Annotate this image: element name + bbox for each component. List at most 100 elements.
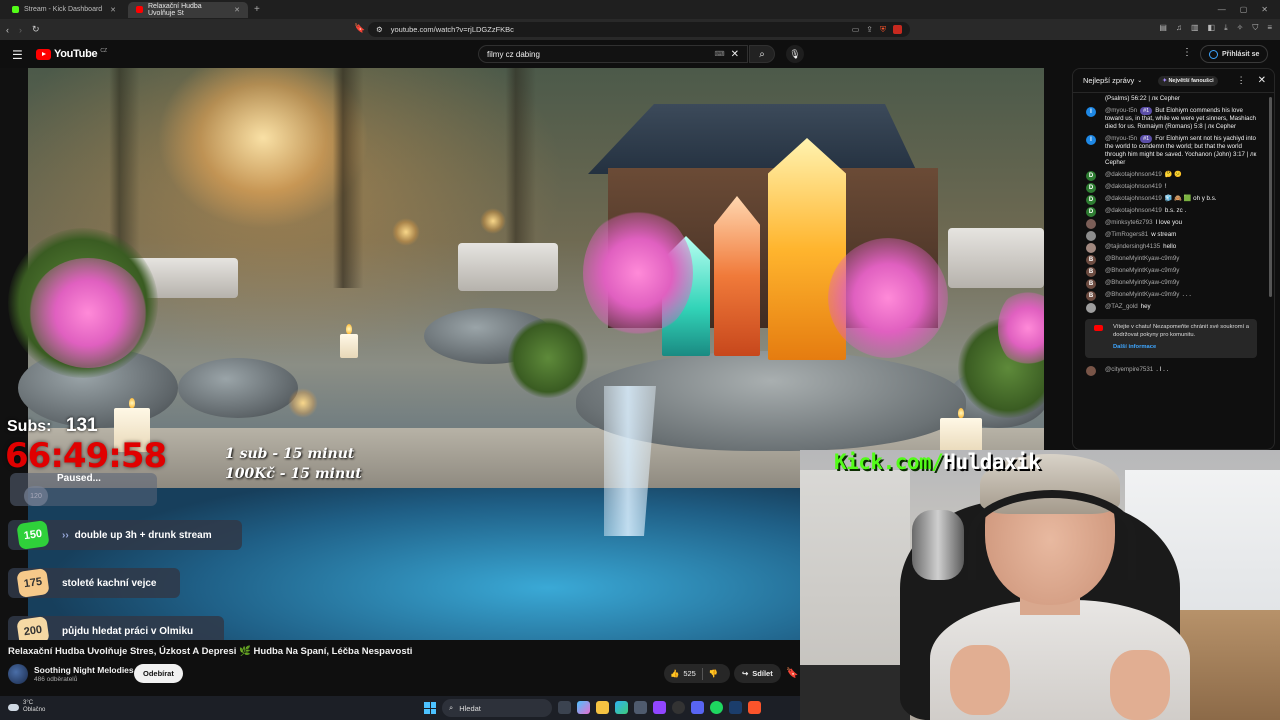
new-tab-button[interactable]: + (254, 4, 260, 15)
chat-avatar[interactable] (1086, 219, 1096, 229)
chat-author[interactable]: @dakotajohnson419 (1105, 171, 1162, 178)
share-icon[interactable]: ⇪ (866, 25, 873, 35)
download-icon[interactable]: ⤓ (1224, 23, 1228, 33)
file-explorer-icon[interactable] (596, 701, 609, 714)
bookmark-icon[interactable]: 🔖 (354, 23, 365, 34)
chat-author[interactable]: @myou-t5n (1105, 107, 1137, 114)
close-tab-icon[interactable]: ✕ (234, 6, 240, 14)
cast-icon[interactable]: ▭ (852, 25, 860, 35)
channel-avatar[interactable] (8, 664, 28, 684)
chat-avatar[interactable]: B (1086, 255, 1096, 265)
dislike-icon[interactable]: 👎 (709, 669, 718, 678)
youtube-logo[interactable]: YouTube CZ (36, 48, 107, 60)
keyboard-icon[interactable]: ⌨ (715, 50, 725, 58)
top-fans-button[interactable]: ✦ Největší fanoušci (1158, 75, 1218, 86)
chat-avatar[interactable] (1086, 243, 1096, 253)
video-title: Relaxační Hudba Uvolňuje Stres, Úzkost A… (8, 646, 413, 657)
taskbar-search[interactable]: ⌕ Hledat (442, 699, 552, 717)
menu-icon[interactable]: ≡ (1267, 23, 1272, 33)
guide-menu-icon[interactable]: ☰ (12, 48, 23, 62)
chat-avatar[interactable] (1086, 303, 1096, 313)
windows-start-icon[interactable] (424, 702, 436, 714)
chat-avatar[interactable]: I (1086, 107, 1096, 117)
steam-icon[interactable] (729, 701, 742, 714)
maximize-icon[interactable]: ▢ (1240, 5, 1248, 14)
chat-avatar[interactable]: I (1086, 135, 1096, 145)
learn-more-link[interactable]: Další informace (1113, 344, 1251, 352)
rewards-icon[interactable] (893, 24, 902, 34)
back-icon[interactable]: ‹ (6, 25, 9, 35)
edge-icon[interactable] (615, 701, 628, 714)
chat-author[interactable]: @BhoneMyintKyaw-c9m9y (1105, 291, 1179, 298)
sign-in-button[interactable]: Přihlásit se (1200, 45, 1269, 63)
browser-tab-kick[interactable]: Stream - Kick Dashboard ✕ (4, 2, 124, 18)
chat-author[interactable]: @dakotajohnson419 (1105, 207, 1162, 214)
headphones-icon (968, 490, 1136, 580)
chat-author[interactable]: @tajindersingh4135 (1105, 243, 1160, 250)
like-count[interactable]: 525 (683, 669, 696, 678)
chat-author[interactable]: @BhoneMyintKyaw-c9m9y (1105, 255, 1179, 262)
discord-icon[interactable] (691, 701, 704, 714)
chat-avatar[interactable]: D (1086, 171, 1096, 181)
voice-search-button[interactable]: 🎙 (786, 45, 804, 63)
chat-mode-dropdown[interactable]: Nejlepší zprávy (1083, 76, 1134, 85)
goal-badge: 200 (16, 616, 50, 640)
chat-author[interactable]: @cityempire7531 (1105, 366, 1153, 373)
chat-avatar[interactable]: D (1086, 207, 1096, 217)
like-icon[interactable]: 👍 (670, 669, 679, 678)
chat-avatar[interactable]: D (1086, 195, 1096, 205)
chat-message: B @BhoneMyintKyaw-c9m9y (1073, 265, 1269, 277)
search-input[interactable]: filmy cz dabing ⌨ ✕ (478, 45, 748, 63)
windows-taskbar: 3°C Oblačno ⌕ Hledat (0, 696, 800, 720)
chat-scrollbar[interactable] (1269, 97, 1272, 297)
search-button[interactable]: ⌕ (749, 45, 775, 63)
chat-author[interactable]: @dakotajohnson419 (1105, 183, 1162, 190)
copilot-icon[interactable] (577, 701, 590, 714)
spotify-icon[interactable] (710, 701, 723, 714)
close-window-icon[interactable]: ✕ (1261, 5, 1268, 14)
vpn-icon[interactable]: ⛉ (1252, 23, 1258, 33)
chat-author[interactable]: @TAZ_gold (1105, 303, 1138, 310)
settings-menu-icon[interactable]: ⋮ (1182, 47, 1192, 58)
chevron-down-icon[interactable]: ⌄ (1137, 77, 1142, 84)
clear-search-icon[interactable]: ✕ (731, 49, 739, 60)
panel-icon[interactable]: ▥ (1191, 23, 1199, 33)
twitch-icon[interactable] (653, 701, 666, 714)
sidebar-icon[interactable]: ▤ (1159, 23, 1167, 33)
wallet-icon[interactable]: ◧ (1208, 23, 1216, 33)
ai-icon[interactable]: ✧ (1237, 23, 1244, 33)
chat-avatar[interactable] (1086, 231, 1096, 241)
obs-icon[interactable] (672, 701, 685, 714)
brave-icon[interactable] (748, 701, 761, 714)
music-icon[interactable]: ♫ (1176, 23, 1182, 33)
brave-shield-icon[interactable]: ⛨ (880, 25, 886, 35)
youtube-favicon-icon (136, 6, 143, 13)
minimize-icon[interactable]: — (1218, 5, 1226, 14)
chat-avatar[interactable] (1086, 365, 1096, 376)
chat-author[interactable]: @TimRogers81 (1105, 231, 1148, 238)
browser-tab-youtube[interactable]: Relaxační Hudba Uvolňuje St ✕ (128, 1, 248, 18)
chat-avatar[interactable]: B (1086, 267, 1096, 277)
chat-avatar[interactable]: B (1086, 291, 1096, 301)
chat-avatar[interactable]: D (1086, 183, 1096, 193)
chat-author[interactable]: @BhoneMyintKyaw-c9m9y (1105, 267, 1179, 274)
save-icon[interactable]: 🔖 (786, 668, 798, 679)
subscribe-button[interactable]: Odebírat (134, 664, 183, 683)
close-chat-icon[interactable]: ✕ (1258, 75, 1266, 86)
task-view-icon[interactable] (558, 701, 571, 714)
chat-author[interactable]: @dakotajohnson419 (1105, 195, 1162, 202)
forward-icon[interactable]: › (19, 25, 22, 35)
chat-menu-icon[interactable]: ⋮ (1237, 75, 1246, 86)
close-tab-icon[interactable]: ✕ (110, 6, 116, 14)
reload-icon[interactable]: ↻ (32, 24, 40, 35)
chat-author[interactable]: @minksyte6z793 (1105, 219, 1153, 226)
store-icon[interactable] (634, 701, 647, 714)
chat-avatar[interactable]: B (1086, 279, 1096, 289)
chat-author[interactable]: @myou-t5n (1105, 135, 1137, 142)
address-bar[interactable]: ⚙ youtube.com/watch?v=rjLDGZzFKBc ▭ ⇪ ⛨ (368, 22, 910, 37)
weather-widget[interactable]: 3°C Oblačno (8, 700, 45, 714)
channel-name[interactable]: Soothing Night Melodies (34, 665, 134, 675)
site-info-icon[interactable]: ⚙ (376, 25, 383, 34)
chat-author[interactable]: @BhoneMyintKyaw-c9m9y (1105, 279, 1179, 286)
share-button[interactable]: ↪ Sdílet (734, 664, 781, 683)
